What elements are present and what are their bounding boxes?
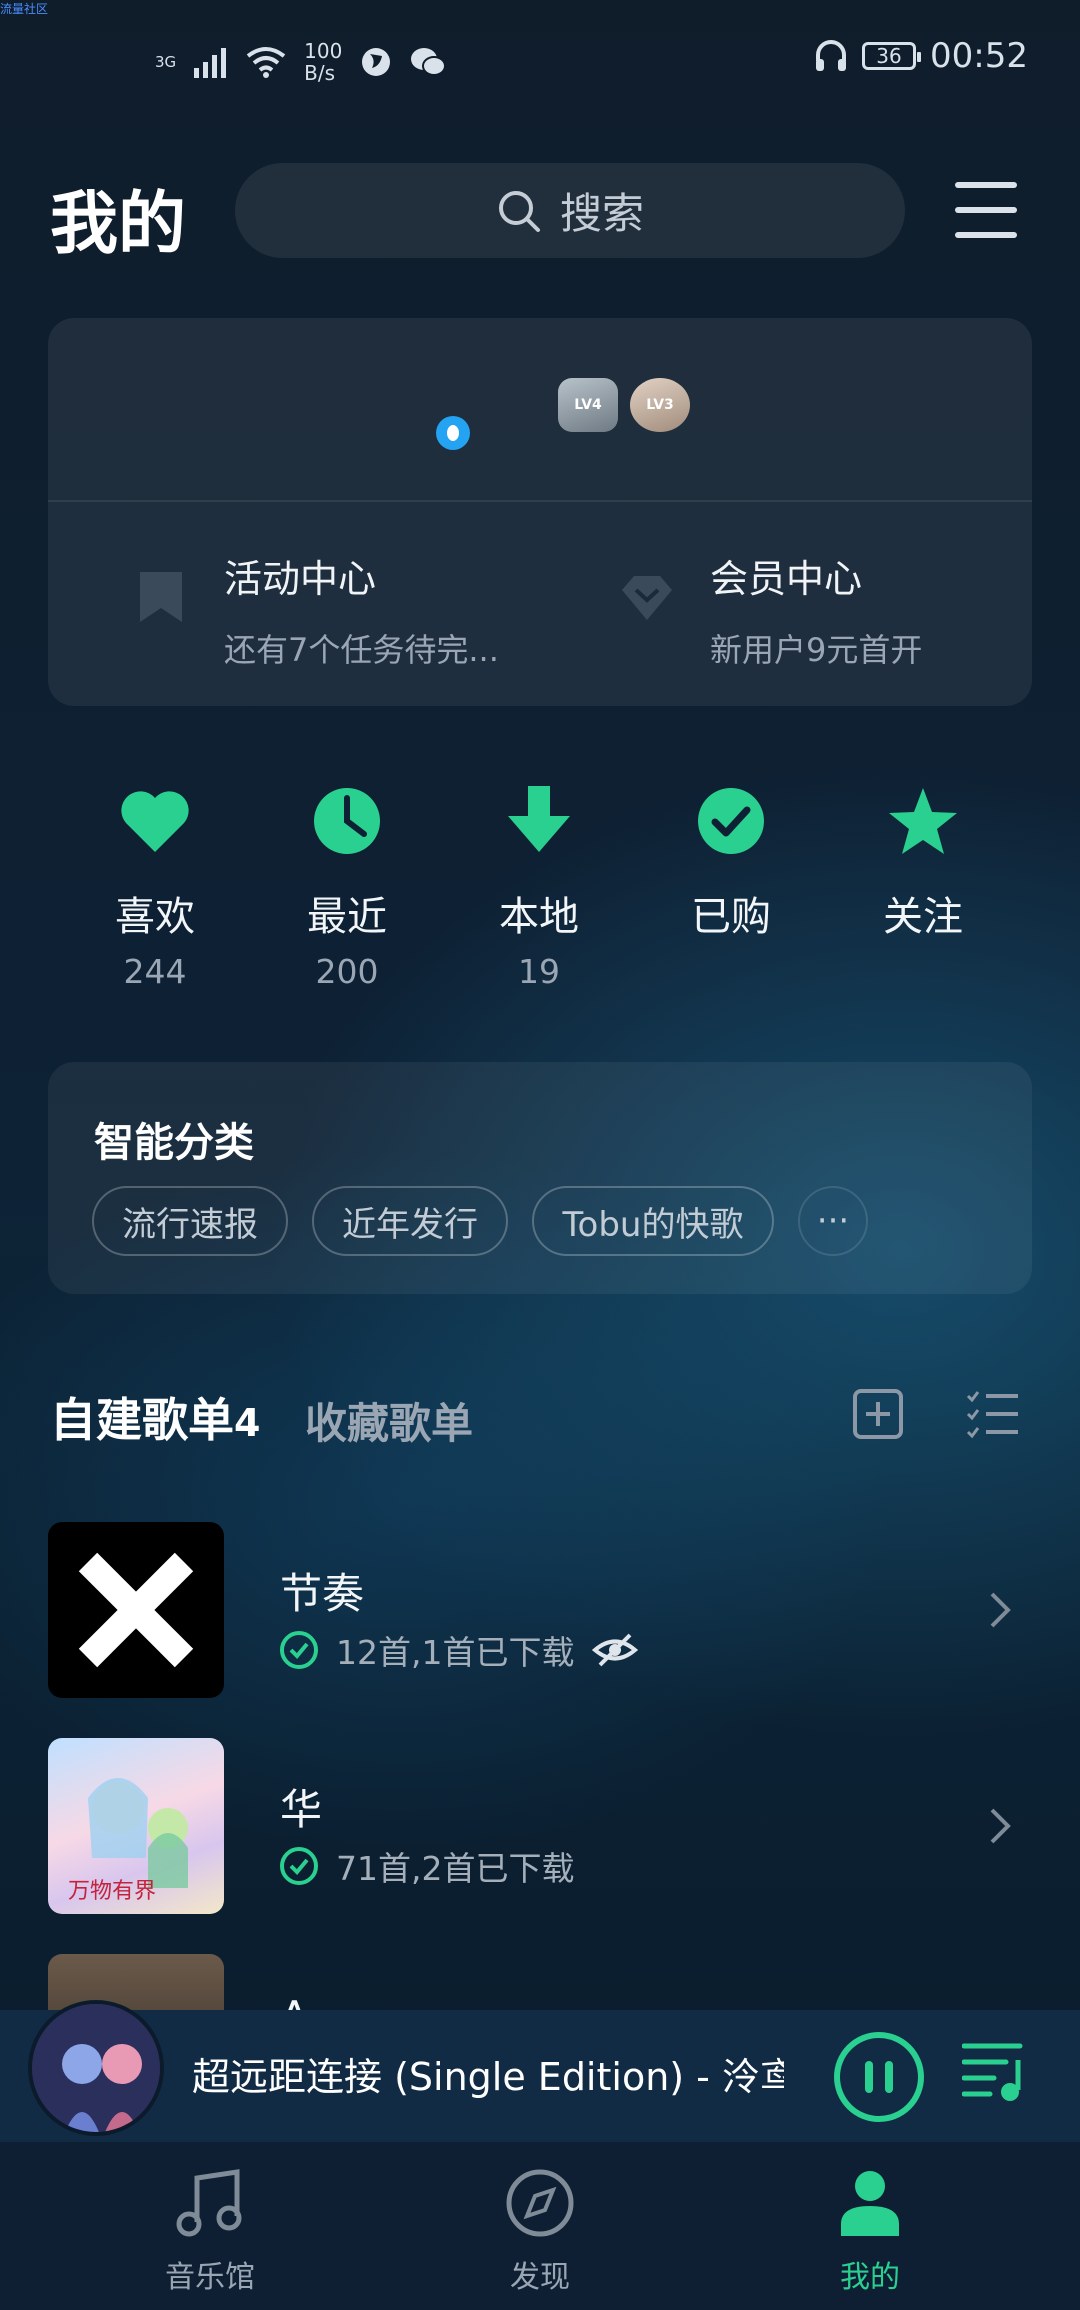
playlist-name: 华 (280, 1785, 323, 1834)
pause-icon-bar (885, 2061, 893, 2093)
menu-icon-bar (955, 182, 1017, 188)
clock: 00:52 (930, 36, 1028, 76)
now-playing-cover[interactable] (28, 2000, 164, 2136)
playlist-cover (48, 1522, 224, 1698)
playlist-row[interactable]: 节奏 12首,1首已下载 (48, 1522, 1032, 1702)
playlist-queue-icon[interactable] (962, 2040, 1028, 2102)
smart-category-title: 智能分类 (94, 1120, 254, 1166)
now-playing-title: 超远距连接 (Single Edition) - 泠鸢y (192, 2055, 784, 2099)
star-icon (889, 788, 957, 854)
quick-recent[interactable]: 最近 200 (252, 786, 442, 991)
nav-discover[interactable]: 发现 (440, 2168, 640, 2296)
compass-icon (506, 2169, 574, 2237)
search-placeholder: 搜索 (559, 189, 644, 238)
activity-center-title: 活动中心 (224, 557, 377, 601)
music-note-icon (176, 2169, 242, 2237)
page-title: 我的 (50, 185, 187, 264)
playlist-cover (48, 1954, 224, 2010)
watermark: 流量社区 (0, 2, 49, 16)
add-playlist-icon[interactable] (852, 1388, 904, 1440)
signal-icon (194, 48, 227, 78)
clock-icon (314, 788, 380, 854)
headphones-icon (816, 40, 847, 71)
level-badge-lv3[interactable]: LV3 (630, 378, 690, 432)
downloaded-check-icon (280, 1847, 318, 1885)
chip-trending[interactable]: 流行速报 (92, 1186, 288, 1256)
activity-center-subtitle: 还有7个任务待完... (224, 631, 499, 669)
anime-cover-art: 万物有界 (68, 1778, 188, 1904)
menu-icon-bar (955, 207, 1017, 213)
smart-category-card (48, 1062, 1032, 1294)
person-icon (841, 2171, 899, 2236)
playlist-name: 节奏 (280, 1569, 365, 1618)
eye-off-icon (592, 1633, 639, 1667)
vip-center-button[interactable]: 会员中心 新用户9元首开 (620, 548, 922, 671)
network-type: 3G (155, 53, 177, 71)
diamond-icon (622, 576, 672, 620)
search-icon (498, 190, 540, 232)
wechat-icon (411, 48, 447, 76)
search-bar[interactable]: 搜索 (235, 163, 905, 258)
quick-purchased[interactable]: 已购 (636, 786, 826, 952)
nav-mine[interactable]: 我的 (770, 2168, 970, 2296)
vip-center-subtitle: 新用户9元首开 (710, 631, 923, 669)
check-circle-icon (698, 788, 764, 854)
browser-icon (362, 48, 391, 76)
level-badge-lv4[interactable]: LV4 (558, 378, 618, 432)
chevron-right-icon (990, 1592, 1011, 1628)
tab-created-playlists[interactable]: 自建歌单4 (50, 1384, 260, 1450)
x-logo-icon (78, 1552, 194, 1668)
manage-list-icon[interactable] (966, 1388, 1020, 1440)
playlist-cover: 万物有界 (48, 1738, 224, 1914)
battery-indicator: 36 (862, 42, 922, 70)
cover-calligraphy: 万物有界 (68, 1879, 156, 1904)
heart-icon (121, 791, 189, 852)
downloaded-check-icon (280, 1631, 318, 1669)
playlist-meta: 12首,1首已下载 (280, 1626, 639, 1674)
chip-tobu-fast[interactable]: Tobu的快歌 (532, 1186, 774, 1256)
quick-following[interactable]: 关注 (828, 786, 1018, 952)
pause-icon-bar (865, 2061, 873, 2093)
vip-center-title: 会员中心 (710, 557, 863, 601)
menu-icon-bar (955, 232, 1017, 238)
status-bar: 3G 100 B/s 36 00:52 (0, 30, 1080, 94)
menu-button[interactable] (955, 182, 1017, 238)
pause-button[interactable] (834, 2032, 924, 2122)
playlist-meta: 71首,2首已下载 (280, 1842, 574, 1890)
activity-center-button[interactable]: 活动中心 还有7个任务待完... (134, 548, 499, 671)
nav-music-hall[interactable]: 音乐馆 (110, 2168, 310, 2296)
chip-more[interactable]: ··· (798, 1186, 868, 1256)
qq-badge-icon (436, 416, 470, 450)
quick-local[interactable]: 本地 19 (444, 786, 634, 991)
bookmark-icon (140, 572, 182, 622)
quick-favorites[interactable]: 喜欢 244 (60, 786, 250, 991)
card-divider (48, 500, 1032, 502)
chip-recent-release[interactable]: 近年发行 (312, 1186, 508, 1256)
net-speed: 100 B/s (304, 39, 343, 85)
tab-collected-playlists[interactable]: 收藏歌单 (305, 1390, 473, 1451)
download-icon (508, 786, 570, 852)
chevron-right-icon (990, 1808, 1011, 1844)
wifi-icon (246, 47, 286, 78)
playlist-row[interactable]: 万物有界 华 71首,2首已下载 (48, 1738, 1032, 1918)
playlist-name: A (280, 1992, 309, 2010)
playlist-row[interactable]: A (48, 1954, 1032, 2010)
